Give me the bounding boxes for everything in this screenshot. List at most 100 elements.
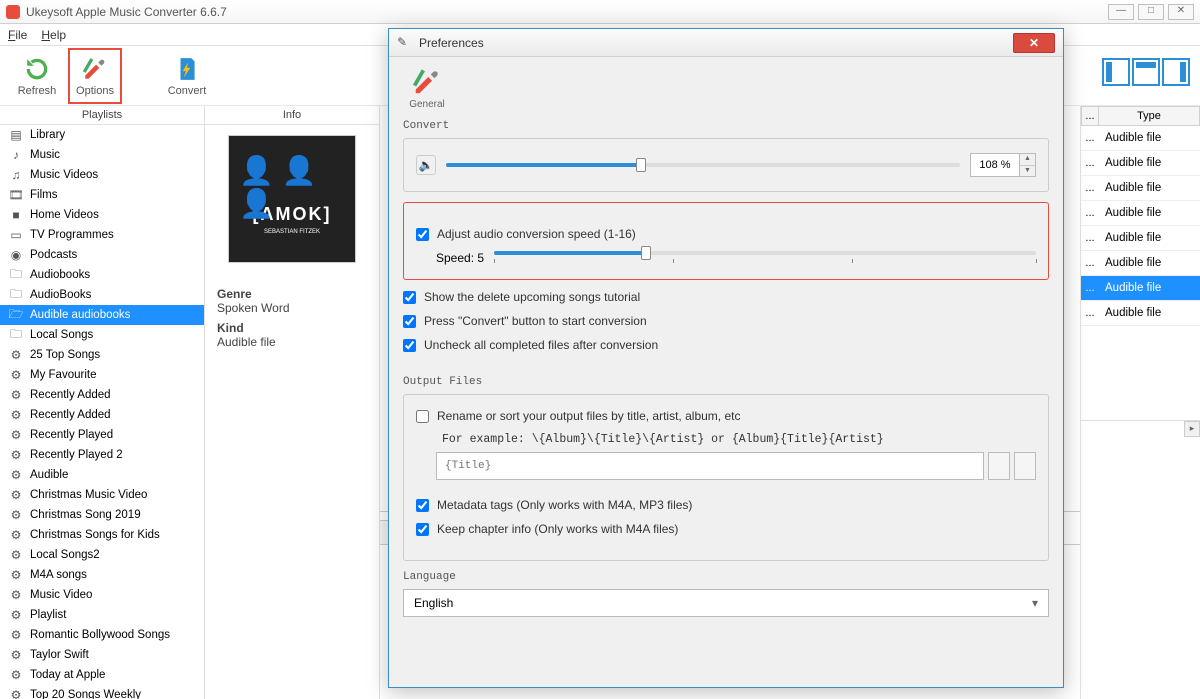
- playlist-item[interactable]: ⚙Playlist: [0, 605, 204, 625]
- gear-icon: ⚙: [8, 348, 24, 362]
- gear-icon: ⚙: [8, 508, 24, 522]
- playlist-item[interactable]: ⚙25 Top Songs: [0, 345, 204, 365]
- col-type[interactable]: Type: [1099, 106, 1200, 126]
- preferences-dialog: ✎ Preferences ✕ General Convert 🔈 108 % …: [388, 28, 1064, 688]
- gear-icon: ⚙: [8, 528, 24, 542]
- maximize-button[interactable]: □: [1138, 4, 1164, 20]
- refresh-icon: [23, 55, 51, 83]
- playlists-header: Playlists: [0, 106, 204, 125]
- gear-icon: ⚙: [8, 608, 24, 622]
- playlist-item[interactable]: ▭TV Programmes: [0, 225, 204, 245]
- type-row[interactable]: ...Audible file: [1081, 126, 1200, 151]
- general-category[interactable]: General: [403, 67, 451, 110]
- playlist-item[interactable]: ◉Podcasts: [0, 245, 204, 265]
- layout-right-button[interactable]: [1162, 58, 1190, 86]
- playlist-item[interactable]: ⚙Local Songs2: [0, 545, 204, 565]
- filename-btn-2[interactable]: [1014, 452, 1036, 480]
- playlist-item[interactable]: 🗀Local Songs: [0, 325, 204, 345]
- gear-icon: ⚙: [8, 588, 24, 602]
- folder-icon: 🗀: [8, 288, 24, 302]
- library-icon: ▤: [8, 128, 24, 142]
- playlist-item[interactable]: ⚙Music Video: [0, 585, 204, 605]
- playlist-item[interactable]: 🗀AudioBooks: [0, 285, 204, 305]
- gear-icon: ⚙: [8, 408, 24, 422]
- playlist-item[interactable]: ⚙Recently Added: [0, 385, 204, 405]
- playlist-item[interactable]: ▤Library: [0, 125, 204, 145]
- gear-icon: ⚙: [8, 488, 24, 502]
- type-row[interactable]: ...Audible file: [1081, 151, 1200, 176]
- type-row[interactable]: ...Audible file: [1081, 176, 1200, 201]
- preferences-title: Preferences: [419, 36, 1013, 50]
- playlist-item[interactable]: ♫Music Videos: [0, 165, 204, 185]
- playlist-item[interactable]: ⚙My Favourite: [0, 365, 204, 385]
- playlist-item[interactable]: ⚙Recently Played 2: [0, 445, 204, 465]
- playlist-item[interactable]: ⚙Recently Played: [0, 425, 204, 445]
- playlist-item[interactable]: ♪Music: [0, 145, 204, 165]
- type-row[interactable]: ...Audible file: [1081, 251, 1200, 276]
- gear-icon: ⚙: [8, 688, 24, 699]
- minimize-button[interactable]: —: [1108, 4, 1134, 20]
- language-section-label: Language: [403, 571, 1049, 583]
- layout-top-button[interactable]: [1132, 58, 1160, 86]
- layout-left-button[interactable]: [1102, 58, 1130, 86]
- genre-value: Spoken Word: [217, 301, 367, 315]
- playlist-item[interactable]: ■Home Videos: [0, 205, 204, 225]
- menu-help[interactable]: Help: [41, 28, 66, 42]
- playlists-sidebar: Playlists ▤Library♪Music♫Music Videos🎞Fi…: [0, 106, 205, 699]
- output-files-group: Rename or sort your output files by titl…: [403, 394, 1049, 561]
- playlist-item[interactable]: ⚙Recently Added: [0, 405, 204, 425]
- rename-checkbox[interactable]: [416, 410, 429, 423]
- adjust-speed-checkbox[interactable]: [416, 228, 429, 241]
- tv-icon: ▭: [8, 228, 24, 242]
- type-row[interactable]: ...Audible file: [1081, 301, 1200, 326]
- gear-icon: ⚙: [8, 468, 24, 482]
- press-convert-checkbox[interactable]: [403, 315, 416, 328]
- keep-chapter-checkbox[interactable]: [416, 523, 429, 536]
- menu-file[interactable]: File: [8, 28, 27, 42]
- col-ellipsis[interactable]: ...: [1081, 106, 1099, 126]
- language-select[interactable]: English ▾: [403, 589, 1049, 617]
- podcast-icon: ◉: [8, 248, 24, 262]
- playlist-item[interactable]: ⚙Top 20 Songs Weekly: [0, 685, 204, 699]
- uncheck-completed-checkbox[interactable]: [403, 339, 416, 352]
- playlist-item[interactable]: ⚙Christmas Music Video: [0, 485, 204, 505]
- playlist-item[interactable]: 🎞Films: [0, 185, 204, 205]
- kind-label: Kind: [217, 321, 367, 335]
- convert-button[interactable]: Convert: [160, 48, 214, 104]
- playlist-item[interactable]: ⚙Christmas Songs for Kids: [0, 525, 204, 545]
- volume-spinner[interactable]: ▲▼: [1020, 153, 1036, 177]
- folder-icon: 🗀: [8, 328, 24, 342]
- preferences-close-button[interactable]: ✕: [1013, 33, 1055, 53]
- scroll-right-button[interactable]: ▸: [1184, 421, 1200, 437]
- volume-slider[interactable]: [446, 163, 960, 167]
- playlist-item[interactable]: 🗀Audiobooks: [0, 265, 204, 285]
- playlist-item[interactable]: ⚙M4A songs: [0, 565, 204, 585]
- convert-icon: [173, 55, 201, 83]
- chevron-down-icon: ▾: [1032, 596, 1038, 610]
- show-delete-checkbox[interactable]: [403, 291, 416, 304]
- playlist-item[interactable]: ⚙Taylor Swift: [0, 645, 204, 665]
- playlist-item[interactable]: 🗁Audible audiobooks: [0, 305, 204, 325]
- type-row[interactable]: ...Audible file: [1081, 226, 1200, 251]
- options-button[interactable]: Options: [68, 48, 122, 104]
- speed-value-label: Speed: 5: [436, 251, 484, 265]
- metadata-tags-checkbox[interactable]: [416, 499, 429, 512]
- playlist-item[interactable]: ⚙Audible: [0, 465, 204, 485]
- folder-icon: 🗀: [8, 268, 24, 282]
- music-icon: ♪: [8, 148, 24, 162]
- playlist-item[interactable]: ⚙Romantic Bollywood Songs: [0, 625, 204, 645]
- refresh-button[interactable]: Refresh: [10, 48, 64, 104]
- convert-section-label: Convert: [403, 120, 1049, 132]
- filename-btn-1[interactable]: [988, 452, 1010, 480]
- gear-icon: ⚙: [8, 668, 24, 682]
- musicvideo-icon: ♫: [8, 168, 24, 182]
- close-button[interactable]: ✕: [1168, 4, 1194, 20]
- filename-pattern-input[interactable]: [436, 452, 984, 480]
- general-icon: [411, 67, 443, 99]
- folder-open-icon: 🗁: [8, 308, 24, 322]
- type-row[interactable]: ...Audible file: [1081, 276, 1200, 301]
- playlist-item[interactable]: ⚙Today at Apple: [0, 665, 204, 685]
- type-row[interactable]: ...Audible file: [1081, 201, 1200, 226]
- playlist-item[interactable]: ⚙Christmas Song 2019: [0, 505, 204, 525]
- speed-slider[interactable]: [494, 251, 1036, 255]
